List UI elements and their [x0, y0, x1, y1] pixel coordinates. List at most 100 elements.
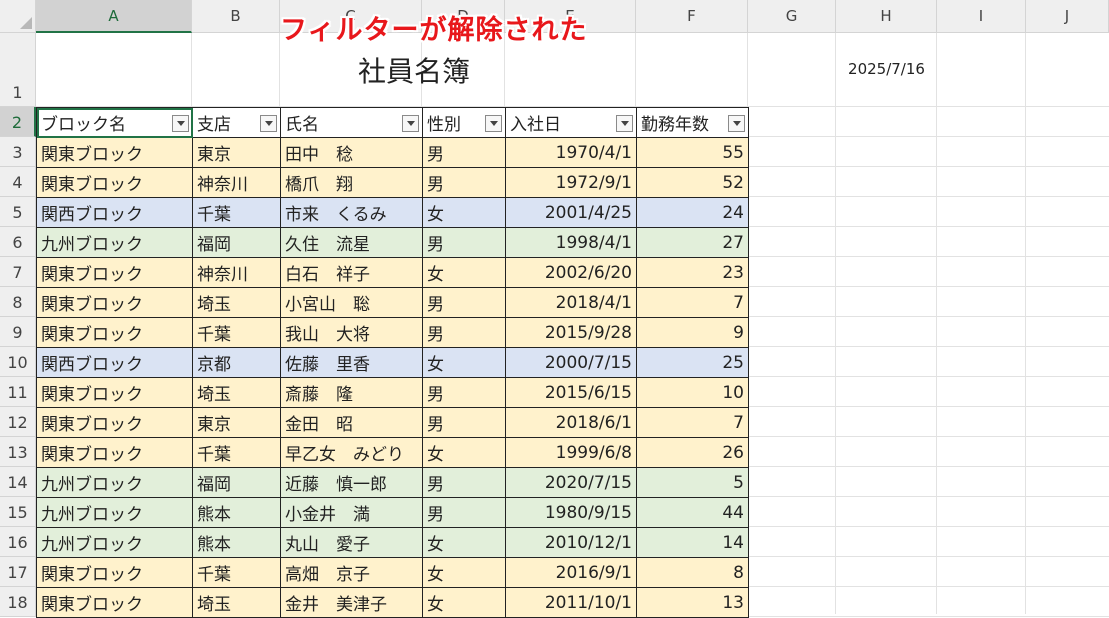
header-cell[interactable]: 入社日: [505, 107, 637, 138]
cell-name[interactable]: 我山 大将: [280, 317, 423, 348]
cell-branch[interactable]: 東京: [192, 407, 281, 438]
cell-branch[interactable]: 埼玉: [192, 377, 281, 408]
cell-block[interactable]: 関東ブロック: [36, 167, 193, 198]
cell-branch[interactable]: 埼玉: [192, 287, 281, 318]
cell-block[interactable]: 九州ブロック: [36, 497, 193, 528]
cell-branch[interactable]: 神奈川: [192, 167, 281, 198]
cell-branch[interactable]: 京都: [192, 347, 281, 378]
filter-dropdown-icon[interactable]: [172, 115, 189, 132]
cell-gender[interactable]: 女: [422, 257, 506, 288]
cell-hired[interactable]: 2018/4/1: [505, 287, 637, 318]
cell-name[interactable]: 金田 昭: [280, 407, 423, 438]
sheet-title[interactable]: 社員名簿: [300, 50, 528, 90]
cell-hired[interactable]: 2010/12/1: [505, 527, 637, 558]
cell-hired[interactable]: 2015/6/15: [505, 377, 637, 408]
cell-name[interactable]: 斎藤 隆: [280, 377, 423, 408]
header-cell[interactable]: 支店: [192, 107, 281, 138]
row-header-1[interactable]: 1: [0, 33, 36, 107]
cell-block[interactable]: 九州ブロック: [36, 527, 193, 558]
cell-block[interactable]: 関東ブロック: [36, 377, 193, 408]
cell-years[interactable]: 7: [636, 407, 749, 438]
row-header-5[interactable]: 5: [0, 197, 36, 227]
cell-branch[interactable]: 熊本: [192, 497, 281, 528]
cell-gender[interactable]: 男: [422, 377, 506, 408]
cell-hired[interactable]: 2015/9/28: [505, 317, 637, 348]
cell-hired[interactable]: 2000/7/15: [505, 347, 637, 378]
cell-name[interactable]: 小金井 満: [280, 497, 423, 528]
cell-block[interactable]: 関西ブロック: [36, 197, 193, 228]
cell-gender[interactable]: 男: [422, 317, 506, 348]
cell-years[interactable]: 55: [636, 137, 749, 168]
cell-hired[interactable]: 1970/4/1: [505, 137, 637, 168]
cell-hired[interactable]: 2016/9/1: [505, 557, 637, 588]
cell-years[interactable]: 8: [636, 557, 749, 588]
cell-block[interactable]: 関東ブロック: [36, 257, 193, 288]
row-header-15[interactable]: 15: [0, 497, 36, 527]
cell-block[interactable]: 関東ブロック: [36, 287, 193, 318]
cell-block[interactable]: 九州ブロック: [36, 467, 193, 498]
row-header-12[interactable]: 12: [0, 407, 36, 437]
cell-branch[interactable]: 福岡: [192, 467, 281, 498]
cell-branch[interactable]: 千葉: [192, 557, 281, 588]
cell-name[interactable]: 田中 稔: [280, 137, 423, 168]
cell-name[interactable]: 市来 くるみ: [280, 197, 423, 228]
row-header-9[interactable]: 9: [0, 317, 36, 347]
row-header-6[interactable]: 6: [0, 227, 36, 257]
row-header-4[interactable]: 4: [0, 167, 36, 197]
cell-years[interactable]: 13: [636, 587, 749, 618]
column-header-b[interactable]: B: [192, 0, 280, 33]
cell-gender[interactable]: 男: [422, 467, 506, 498]
cell-block[interactable]: 関東ブロック: [36, 317, 193, 348]
filter-dropdown-icon[interactable]: [485, 115, 502, 132]
row-header-11[interactable]: 11: [0, 377, 36, 407]
cell-hired[interactable]: 1980/9/15: [505, 497, 637, 528]
select-all-corner[interactable]: [0, 0, 36, 33]
row-header-8[interactable]: 8: [0, 287, 36, 317]
cell-name[interactable]: 小宮山 聡: [280, 287, 423, 318]
filter-dropdown-icon[interactable]: [402, 115, 419, 132]
cell-hired[interactable]: 1999/6/8: [505, 437, 637, 468]
header-cell[interactable]: 勤務年数: [636, 107, 749, 138]
cell-gender[interactable]: 女: [422, 437, 506, 468]
row-header-13[interactable]: 13: [0, 437, 36, 467]
row-header-10[interactable]: 10: [0, 347, 36, 377]
cell-gender[interactable]: 女: [422, 557, 506, 588]
header-cell[interactable]: ブロック名: [36, 107, 193, 138]
cell-gender[interactable]: 女: [422, 587, 506, 618]
cell-branch[interactable]: 熊本: [192, 527, 281, 558]
cell-hired[interactable]: 2020/7/15: [505, 467, 637, 498]
cell-gender[interactable]: 女: [422, 527, 506, 558]
cell-name[interactable]: 早乙女 みどり: [280, 437, 423, 468]
row-header-18[interactable]: 18: [0, 587, 36, 617]
cell-branch[interactable]: 福岡: [192, 227, 281, 258]
column-header-a[interactable]: A: [36, 0, 192, 33]
row-header-7[interactable]: 7: [0, 257, 36, 287]
cell-block[interactable]: 関東ブロック: [36, 587, 193, 618]
cell-years[interactable]: 9: [636, 317, 749, 348]
cell-block[interactable]: 関東ブロック: [36, 137, 193, 168]
cell-block[interactable]: 関東ブロック: [36, 557, 193, 588]
cell-years[interactable]: 14: [636, 527, 749, 558]
cell-gender[interactable]: 女: [422, 347, 506, 378]
cell-block[interactable]: 関東ブロック: [36, 407, 193, 438]
date-cell[interactable]: 2025/7/16: [836, 60, 937, 78]
cell-hired[interactable]: 2011/10/1: [505, 587, 637, 618]
cell-hired[interactable]: 2001/4/25: [505, 197, 637, 228]
cell-branch[interactable]: 千葉: [192, 317, 281, 348]
cell-name[interactable]: 橋爪 翔: [280, 167, 423, 198]
cell-name[interactable]: 近藤 慎一郎: [280, 467, 423, 498]
row-header-2[interactable]: 2: [0, 107, 36, 137]
column-header-h[interactable]: H: [836, 0, 937, 33]
cell-years[interactable]: 26: [636, 437, 749, 468]
cell-branch[interactable]: 千葉: [192, 437, 281, 468]
cell-hired[interactable]: 1972/9/1: [505, 167, 637, 198]
filter-dropdown-icon[interactable]: [616, 115, 633, 132]
column-header-f[interactable]: F: [636, 0, 748, 33]
cell-gender[interactable]: 男: [422, 407, 506, 438]
cell-years[interactable]: 52: [636, 167, 749, 198]
cell-branch[interactable]: 神奈川: [192, 257, 281, 288]
cell-name[interactable]: 白石 祥子: [280, 257, 423, 288]
column-header-i[interactable]: I: [937, 0, 1026, 33]
column-header-g[interactable]: G: [748, 0, 836, 33]
cell-years[interactable]: 7: [636, 287, 749, 318]
